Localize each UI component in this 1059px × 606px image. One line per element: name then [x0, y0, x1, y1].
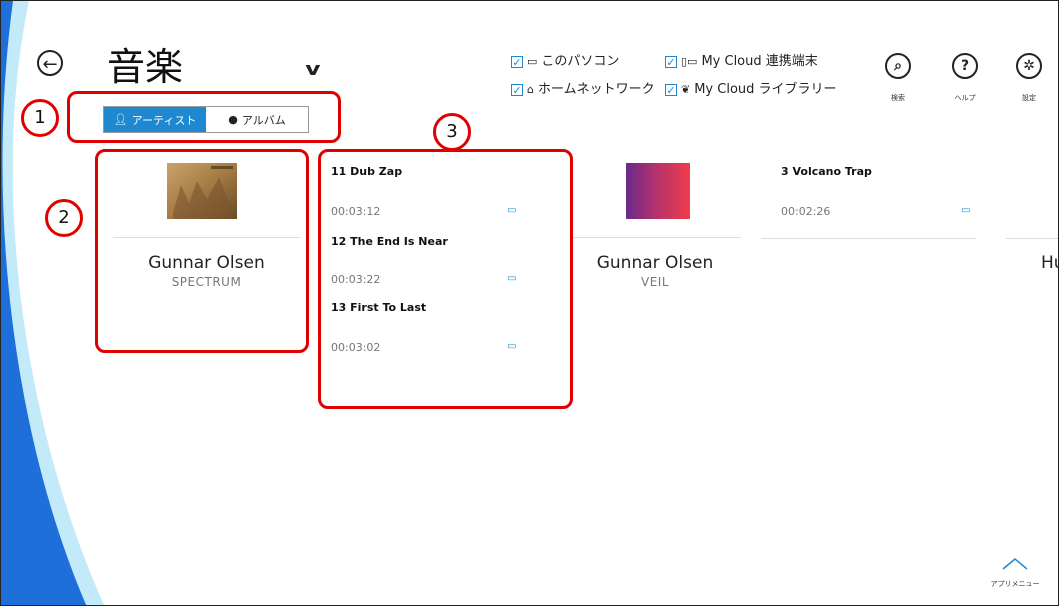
album-cover-veil — [626, 163, 690, 219]
chevron-down-icon[interactable]: v — [305, 59, 320, 80]
search-caption: 検索 — [891, 94, 905, 102]
app-window: ← 音楽 v ✓ ▭ このパソコン ✓ ▯▭ My Cloud 連携端末 ✓ ⌂… — [0, 0, 1059, 606]
linked-device-icon: ▯▭ — [681, 55, 698, 68]
checkbox-home-network[interactable]: ✓ — [511, 84, 523, 97]
source-label: このパソコン — [541, 54, 620, 69]
source-label: My Cloud 連携端末 — [701, 54, 818, 69]
help-button[interactable]: ? ヘルプ — [945, 53, 985, 103]
source-linked-device[interactable]: ✓ ▯▭ My Cloud 連携端末 — [665, 53, 818, 71]
annotation-box-2 — [95, 149, 309, 353]
search-icon: ⌕ — [885, 53, 911, 79]
divider — [761, 238, 976, 239]
callout-number-3: 3 — [433, 113, 471, 151]
source-label: ホームネットワーク — [537, 82, 655, 97]
back-button[interactable]: ← — [37, 50, 63, 76]
cloud-library-icon: ❦ — [681, 83, 691, 96]
divider — [571, 237, 741, 238]
gear-icon: ✲ — [1016, 53, 1042, 79]
track-duration: 00:02:26 — [781, 205, 831, 218]
callout-number-2: 2 — [45, 199, 83, 237]
checkbox-cloud-library[interactable]: ✓ — [665, 84, 677, 97]
checkbox-linked-device[interactable]: ✓ — [665, 56, 677, 69]
computer-icon: ▭ — [527, 55, 538, 68]
chevron-up-icon — [1002, 558, 1028, 570]
source-home-network[interactable]: ✓ ⌂ ホームネットワーク — [511, 81, 655, 99]
album-name: VEIL — [640, 275, 669, 289]
annotation-box-1 — [67, 91, 341, 143]
back-arrow-icon: ← — [42, 54, 58, 75]
annotation-box-3 — [318, 149, 573, 409]
settings-caption: 設定 — [1022, 94, 1036, 102]
album-tile-veil[interactable]: Gunnar Olsen VEIL — [561, 159, 749, 349]
artist-name[interactable]: Hu — [1041, 253, 1058, 273]
app-menu-label: アプリメニュー — [990, 580, 1040, 588]
checkbox-this-pc[interactable]: ✓ — [511, 56, 523, 69]
source-this-pc[interactable]: ✓ ▭ このパソコン — [511, 53, 619, 71]
search-button[interactable]: ⌕ 検索 — [878, 53, 918, 103]
artist-name: Gunnar Olsen — [596, 253, 714, 273]
computer-icon: ▭ — [961, 205, 971, 216]
settings-button[interactable]: ✲ 設定 — [1009, 53, 1049, 103]
divider — [1006, 238, 1058, 239]
source-label: My Cloud ライブラリー — [694, 82, 837, 97]
home-network-icon: ⌂ — [527, 83, 534, 96]
help-caption: ヘルプ — [954, 94, 976, 102]
source-cloud-library[interactable]: ✓ ❦ My Cloud ライブラリー — [665, 81, 837, 99]
help-icon: ? — [952, 53, 978, 79]
track-row[interactable]: 3 Volcano Trap 00:02:26 ▭ — [781, 163, 991, 233]
callout-number-1: 1 — [21, 99, 59, 137]
track-title: 3 Volcano Trap — [781, 165, 872, 178]
app-menu-button[interactable]: アプリメニュー — [989, 555, 1041, 595]
page-title: 音楽 — [107, 45, 184, 89]
